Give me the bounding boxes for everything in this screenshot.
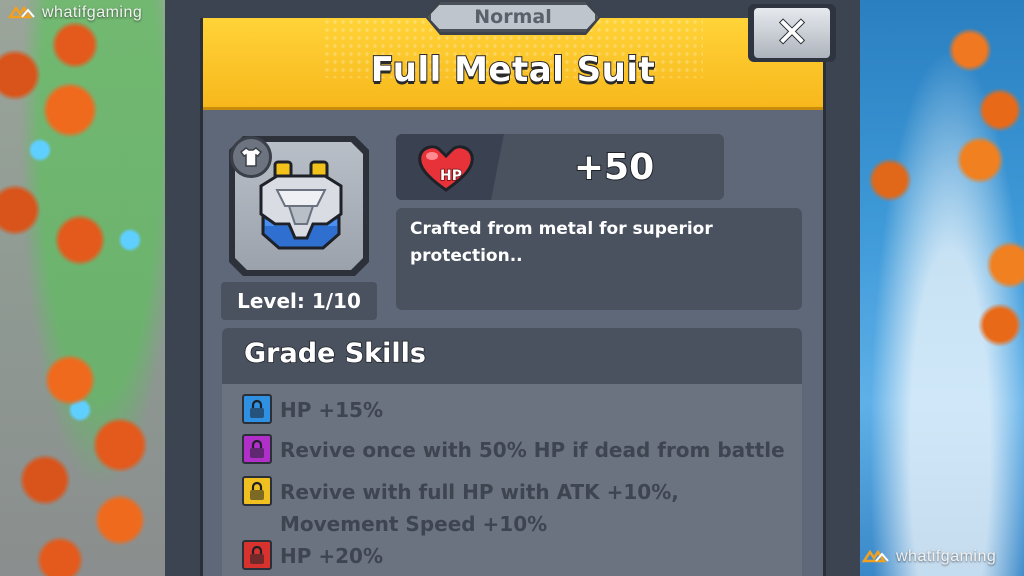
item-title: Full Metal Suit: [370, 49, 656, 91]
stat-icon-label: HP: [439, 167, 462, 185]
shirt-icon: [240, 147, 262, 167]
lock-icon: [242, 476, 272, 506]
watermark-logo-icon: [862, 549, 889, 563]
skill-row: Revive with full HP with ATK +10%, Movem…: [242, 476, 679, 540]
stat-box: HP +50: [396, 134, 724, 200]
watermark-bottom: whatifgaming: [862, 548, 996, 566]
background-right: [860, 0, 1024, 576]
watermark-logo-icon: [8, 5, 35, 19]
skill-text: HP +20%: [280, 544, 383, 568]
rarity-tag: Normal: [428, 2, 598, 32]
skill-text-continued: Movement Speed +10%: [280, 512, 548, 536]
grade-skills-header: Grade Skills: [222, 328, 802, 384]
watermark-top: whatifgaming: [8, 4, 142, 22]
grade-skills-panel: Grade Skills HP +15% Revive once with 50…: [222, 328, 802, 576]
skill-text: Revive with full HP with ATK +10%,: [280, 480, 679, 504]
skill-row: HP +20%: [242, 540, 383, 572]
metal-armor-icon: [259, 160, 343, 250]
skill-text: Revive once with 50% HP if dead from bat…: [280, 438, 785, 462]
skill-row: Revive once with 50% HP if dead from bat…: [242, 434, 785, 466]
grade-skills-title: Grade Skills: [243, 337, 426, 370]
skill-text: HP +15%: [280, 398, 383, 422]
close-icon: ✕: [774, 10, 809, 56]
watermark-text: whatifgaming: [896, 548, 997, 565]
close-button[interactable]: ✕: [748, 4, 836, 62]
lock-icon: [242, 540, 272, 570]
watermark-text: whatifgaming: [42, 4, 143, 21]
lock-icon: [242, 434, 272, 464]
item-level: Level: 1/10: [221, 282, 377, 320]
slot-badge: [230, 136, 272, 178]
stat-value: +50: [573, 146, 655, 189]
skill-row: HP +15%: [242, 394, 383, 426]
item-description: Crafted from metal for superior protecti…: [396, 208, 802, 310]
lock-icon: [242, 394, 272, 424]
